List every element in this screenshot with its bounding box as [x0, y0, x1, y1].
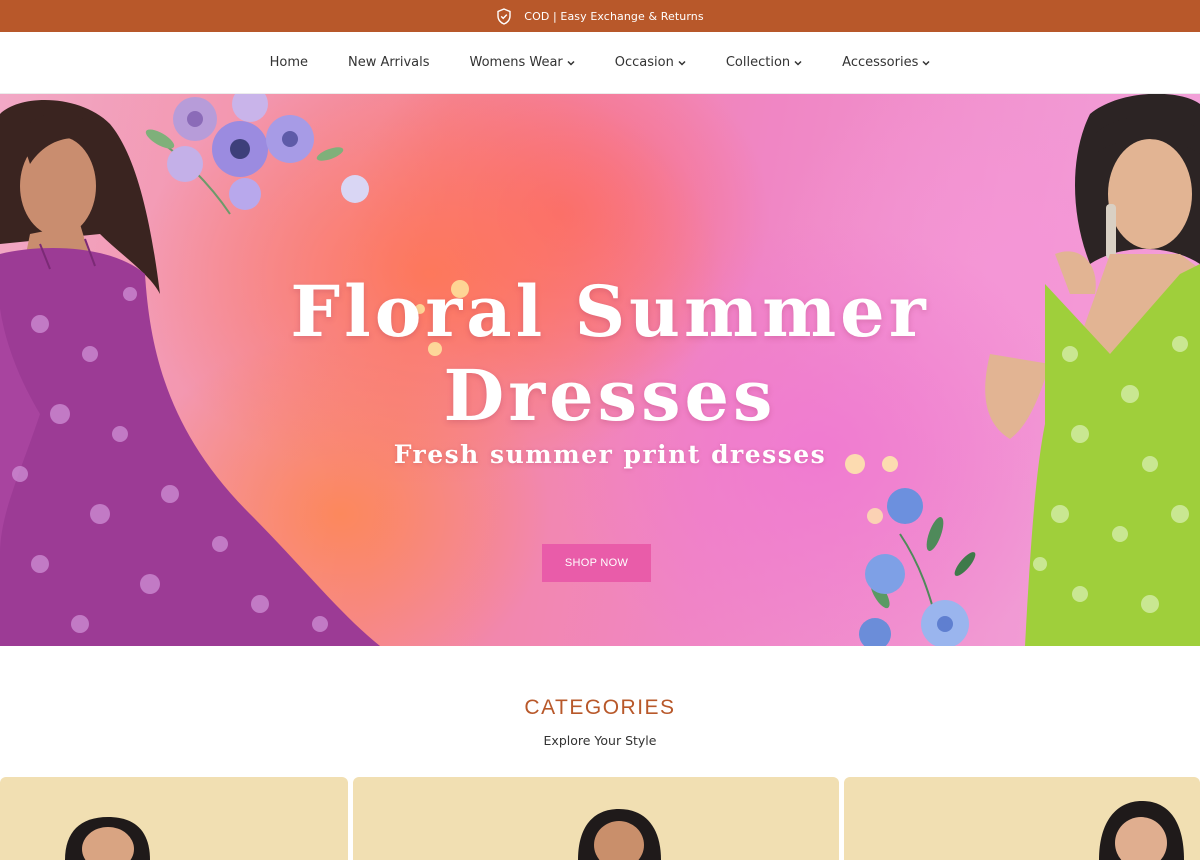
nav-item-accessories[interactable]: Accessories — [842, 55, 930, 70]
flower-cluster-bottom — [845, 454, 976, 646]
main-nav: Home New Arrivals Womens Wear Occasion C… — [0, 32, 1200, 94]
categories-subtitle: Explore Your Style — [543, 733, 657, 748]
nav-label: Accessories — [842, 55, 919, 70]
category-card[interactable] — [353, 777, 839, 860]
nav-item-collection[interactable]: Collection — [726, 55, 802, 70]
shop-now-button[interactable]: SHOP NOW — [542, 544, 651, 582]
nav-label: Home — [269, 55, 309, 70]
hero-title-line-1: Floral Summer — [290, 270, 930, 353]
announcement-text: COD | Easy Exchange & Returns — [524, 9, 704, 23]
hero-title: Floral Summer Dresses — [250, 270, 970, 438]
announcement-bar: COD | Easy Exchange & Returns — [0, 0, 1200, 32]
categories-heading: CATEGORIES — [524, 696, 676, 719]
nav-label: Womens Wear — [469, 55, 563, 70]
category-image — [1099, 801, 1184, 860]
hero-banner[interactable]: Floral Summer Dresses Fresh summer print… — [0, 94, 1200, 646]
nav-label: Collection — [725, 55, 791, 70]
nav-item-home[interactable]: Home — [270, 55, 308, 70]
chevron-down-icon — [922, 60, 930, 66]
category-card[interactable] — [844, 777, 1200, 860]
category-image — [65, 817, 150, 860]
hero-subtitle: Fresh summer print dresses — [393, 440, 827, 469]
category-card[interactable] — [0, 777, 348, 860]
nav-item-womens-wear[interactable]: Womens Wear — [470, 55, 575, 70]
chevron-down-icon — [567, 60, 575, 66]
flower-cluster-top — [145, 94, 369, 215]
nav-label: New Arrivals — [348, 55, 430, 70]
nav-label: Occasion — [614, 55, 674, 70]
nav-item-new-arrivals[interactable]: New Arrivals — [348, 55, 430, 70]
chevron-down-icon — [678, 60, 686, 66]
right-model-image — [985, 94, 1200, 646]
hero-title-line-2: Dresses — [443, 354, 777, 437]
chevron-down-icon — [794, 60, 802, 66]
category-image — [578, 809, 661, 860]
nav-item-occasion[interactable]: Occasion — [615, 55, 686, 70]
shield-check-icon — [496, 7, 512, 25]
